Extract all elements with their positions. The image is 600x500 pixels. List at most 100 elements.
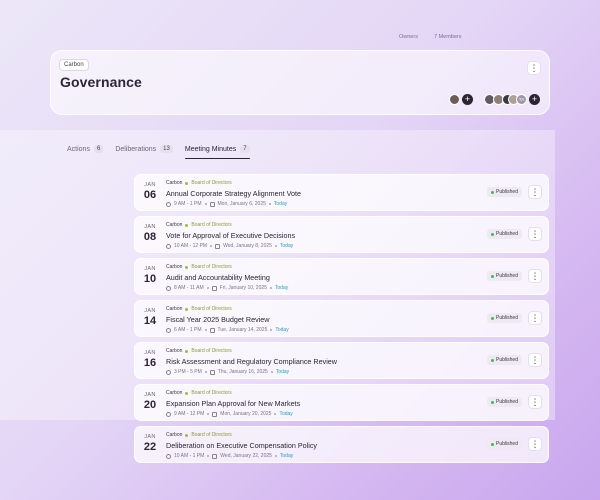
- meeting-title[interactable]: Audit and Accountability Meeting: [166, 273, 478, 282]
- group-name: Board of Directors: [191, 390, 232, 396]
- meeting-time: 8 AM - 11 AM: [174, 285, 204, 291]
- status-badge: Published: [487, 397, 522, 407]
- meeting-row[interactable]: JAN 22 Carbon Board of Directors Deliber…: [134, 426, 549, 463]
- separator-dot: [210, 245, 213, 247]
- date-block: JAN 22: [139, 434, 161, 453]
- org-name: Carbon: [166, 390, 183, 396]
- tab-label: Meeting Minutes: [184, 145, 237, 153]
- workspace-chip[interactable]: Carbon: [59, 59, 89, 71]
- clock-icon: [166, 327, 171, 333]
- meeting-title[interactable]: Risk Assessment and Regulatory Complianc…: [166, 357, 478, 366]
- calendar-icon: [212, 453, 218, 459]
- meeting-date: Mon, January 20, 2025: [220, 411, 272, 417]
- meeting-date: Mon, January 6, 2025: [217, 201, 266, 207]
- group-name: Board of Directors: [191, 432, 232, 438]
- group-name: Board of Directors: [191, 264, 232, 270]
- more-vertical-icon: ⋮: [530, 396, 540, 407]
- row-body: Carbon Board of Directors Vote for Appro…: [166, 222, 478, 249]
- add-member-button[interactable]: +: [529, 94, 540, 105]
- meeting-row[interactable]: JAN 16 Carbon Board of Directors Risk As…: [134, 342, 549, 379]
- group-dot-icon: [185, 433, 189, 437]
- date-block: JAN 14: [139, 308, 161, 327]
- date-month: JAN: [144, 266, 156, 272]
- row-menu-button[interactable]: ⋮: [528, 395, 542, 409]
- meeting-title[interactable]: Fiscal Year 2025 Budget Review: [166, 315, 478, 324]
- status-badge: Published: [487, 271, 522, 281]
- add-owner-button[interactable]: +: [462, 94, 473, 105]
- owner-avatar[interactable]: [449, 94, 460, 105]
- group-dot-icon: [185, 349, 189, 353]
- row-menu-button[interactable]: ⋮: [528, 185, 542, 199]
- meeting-title[interactable]: Annual Corporate Strategy Alignment Vote: [166, 189, 478, 198]
- tab-deliberations[interactable]: Deliberations 13: [115, 145, 173, 159]
- plus-icon: +: [464, 94, 471, 104]
- tab-actions[interactable]: Actions 6: [67, 145, 104, 159]
- group-dot-icon: [185, 265, 189, 269]
- org-name: Carbon: [166, 432, 183, 438]
- meeting-row[interactable]: JAN 14 Carbon Board of Directors Fiscal …: [134, 300, 549, 337]
- meeting-time: 10 AM - 1 PM: [174, 453, 205, 459]
- separator-dot: [204, 203, 207, 205]
- relative-date: Today: [279, 243, 294, 249]
- org-name: Carbon: [166, 264, 183, 270]
- time-line: 10 AM - 12 PM Wed, January 8, 2025 Today: [166, 243, 478, 249]
- status-label: Published: [496, 399, 518, 405]
- meeting-row[interactable]: JAN 20 Carbon Board of Directors Expansi…: [134, 384, 549, 421]
- group-name: Board of Directors: [191, 222, 232, 228]
- date-month: JAN: [144, 308, 156, 314]
- meeting-title[interactable]: Deliberation on Executive Compensation P…: [166, 441, 478, 450]
- row-body: Carbon Board of Directors Risk Assessmen…: [166, 348, 478, 375]
- row-body: Carbon Board of Directors Expansion Plan…: [166, 390, 478, 417]
- status-badge: Published: [487, 355, 522, 365]
- status-dot-icon: [491, 442, 495, 446]
- meeting-row[interactable]: JAN 10 Carbon Board of Directors Audit a…: [134, 258, 549, 295]
- separator-dot: [274, 455, 277, 457]
- meeting-date: Thu, January 16, 2025: [217, 369, 268, 375]
- status-badge: Published: [487, 229, 522, 239]
- status-label: Published: [496, 189, 518, 195]
- tab-meeting-minutes[interactable]: Meeting Minutes 7: [184, 145, 250, 159]
- relative-date: Today: [273, 201, 288, 207]
- status-badge: Published: [487, 313, 522, 323]
- date-day: 08: [143, 231, 157, 243]
- clock-icon: [166, 285, 171, 291]
- time-line: 8 AM - 11 AM Fri, January 10, 2025 Today: [166, 285, 478, 291]
- tab-count-badge: 7: [240, 145, 250, 153]
- date-day: 14: [143, 315, 157, 327]
- time-line: 10 AM - 1 PM Wed, January 22, 2025 Today: [166, 453, 478, 459]
- meta-line: Carbon Board of Directors: [166, 222, 478, 228]
- time-line: 9 AM - 12 PM Mon, January 20, 2025 Today: [166, 411, 478, 417]
- relative-date: Today: [279, 453, 294, 459]
- meta-line: Carbon Board of Directors: [166, 348, 478, 354]
- org-name: Carbon: [166, 180, 183, 186]
- row-menu-button[interactable]: ⋮: [528, 227, 542, 241]
- separator-dot: [206, 287, 209, 289]
- group-name: Board of Directors: [191, 306, 232, 312]
- time-line: 6 AM - 1 PM Tue, January 14, 2025 Today: [166, 327, 478, 333]
- header-menu-button[interactable]: ⋮: [527, 61, 541, 75]
- meeting-row[interactable]: JAN 08 Carbon Board of Directors Vote fo…: [134, 216, 549, 253]
- owners-label: Owners: [399, 34, 418, 40]
- meeting-row[interactable]: JAN 06 Carbon Board of Directors Annual …: [134, 174, 549, 211]
- org-name: Carbon: [166, 306, 183, 312]
- row-body: Carbon Board of Directors Fiscal Year 20…: [166, 306, 478, 333]
- row-menu-button[interactable]: ⋮: [528, 269, 542, 283]
- clock-icon: [166, 243, 171, 249]
- date-block: JAN 08: [139, 224, 161, 243]
- meeting-date: Fri, January 10, 2025: [219, 285, 267, 291]
- date-block: JAN 06: [139, 182, 161, 201]
- row-menu-button[interactable]: ⋮: [528, 353, 542, 367]
- meeting-title[interactable]: Expansion Plan Approval for New Markets: [166, 399, 478, 408]
- row-body: Carbon Board of Directors Audit and Acco…: [166, 264, 478, 291]
- member-avatar[interactable]: TA: [516, 94, 527, 105]
- group-name: Board of Directors: [191, 348, 232, 354]
- row-menu-button[interactable]: ⋮: [528, 437, 542, 451]
- meta-line: Carbon Board of Directors: [166, 432, 478, 438]
- clock-icon: [166, 411, 171, 417]
- meeting-title[interactable]: Vote for Approval of Executive Decisions: [166, 231, 478, 240]
- row-menu-button[interactable]: ⋮: [528, 311, 542, 325]
- date-block: JAN 10: [139, 266, 161, 285]
- tab-label: Actions: [67, 145, 90, 153]
- tab-bar: Actions 6 Deliberations 13 Meeting Minut…: [67, 145, 250, 159]
- date-day: 16: [143, 357, 157, 369]
